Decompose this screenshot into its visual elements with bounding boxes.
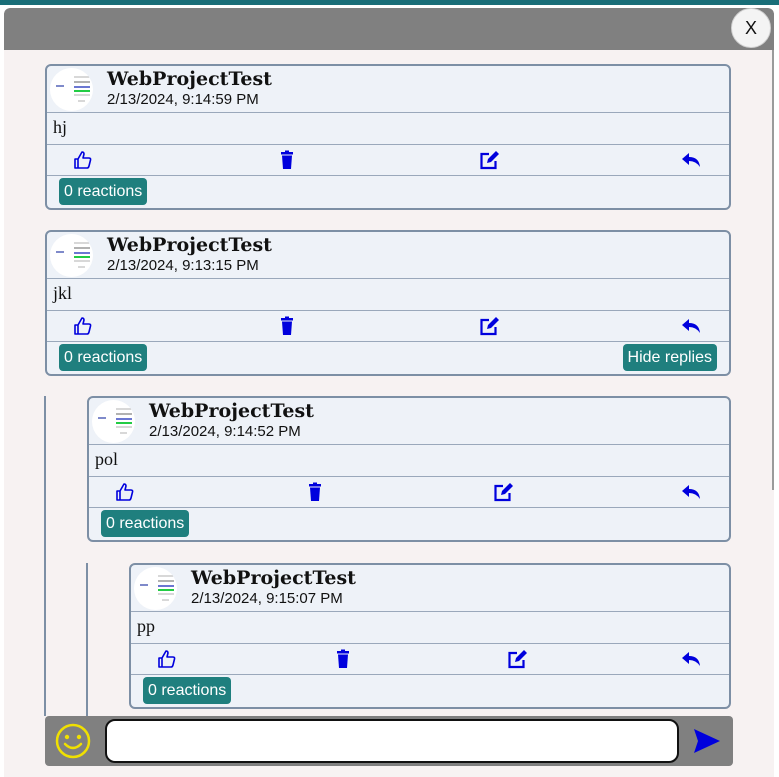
comment-body: jkl (47, 279, 729, 311)
thumbs-up-icon[interactable] (157, 649, 177, 669)
comment-footer: 0 reactions (89, 508, 729, 540)
comment-footer: 0 reactions Hide replies (47, 342, 729, 374)
comment-timestamp: 2/13/2024, 9:14:59 PM (107, 91, 259, 108)
reply-card: WebProjectTest 2/13/2024, 9:15:07 PM pp … (129, 563, 731, 709)
comment-body: pol (89, 445, 729, 477)
reactions-button[interactable]: 0 reactions (143, 677, 232, 704)
comment-footer: 0 reactions (47, 176, 729, 208)
send-arrow-icon[interactable] (692, 727, 722, 755)
avatar (50, 234, 93, 277)
comment-actions (131, 644, 729, 675)
top-accent-strip (0, 0, 779, 5)
comment-author: WebProjectTest (107, 68, 272, 90)
hide-replies-button[interactable]: Hide replies (622, 344, 717, 371)
edit-icon[interactable] (493, 482, 513, 502)
scrollbar[interactable] (772, 50, 774, 490)
edit-icon[interactable] (479, 316, 499, 336)
reply-icon[interactable] (681, 649, 701, 669)
comment-author: WebProjectTest (191, 567, 356, 589)
trash-icon[interactable] (277, 316, 297, 336)
thumbs-up-icon[interactable] (73, 316, 93, 336)
message-input[interactable] (105, 719, 679, 763)
avatar (92, 400, 135, 443)
modal-header (4, 8, 774, 50)
comment-header: WebProjectTest 2/13/2024, 9:13:15 PM (47, 232, 729, 279)
avatar (134, 567, 177, 610)
comment-actions (89, 477, 729, 508)
comment-timestamp: 2/13/2024, 9:13:15 PM (107, 257, 259, 274)
trash-icon[interactable] (333, 649, 353, 669)
smiley-icon[interactable] (55, 723, 91, 759)
reactions-button[interactable]: 0 reactions (101, 510, 190, 537)
reply-card: WebProjectTest 2/13/2024, 9:14:52 PM pol… (87, 396, 731, 542)
close-button[interactable]: X (731, 8, 771, 48)
comment-author: WebProjectTest (107, 234, 272, 256)
comment-body: pp (131, 612, 729, 644)
reply-thread-line (44, 396, 46, 716)
comment-actions (47, 145, 729, 176)
thumbs-up-icon[interactable] (115, 482, 135, 502)
reply-icon[interactable] (681, 150, 701, 170)
reactions-button[interactable]: 0 reactions (59, 344, 148, 371)
reply-icon[interactable] (681, 316, 701, 336)
comment-text: hj (53, 117, 68, 137)
comment-text: pp (137, 616, 155, 636)
comment-body: hj (47, 113, 729, 145)
edit-icon[interactable] (479, 150, 499, 170)
comment-text: pol (95, 449, 119, 469)
reply-thread-line (86, 563, 88, 716)
comment-author: WebProjectTest (149, 400, 314, 422)
comment-footer: 0 reactions (131, 675, 729, 707)
comment-card: WebProjectTest 2/13/2024, 9:13:15 PM jkl… (45, 230, 731, 376)
comment-header: WebProjectTest 2/13/2024, 9:15:07 PM (131, 565, 729, 612)
comment-text: jkl (53, 283, 73, 303)
comment-header: WebProjectTest 2/13/2024, 9:14:52 PM (89, 398, 729, 445)
comment-card: WebProjectTest 2/13/2024, 9:14:59 PM hj … (45, 64, 731, 210)
trash-icon[interactable] (305, 482, 325, 502)
thumbs-up-icon[interactable] (73, 150, 93, 170)
reply-icon[interactable] (681, 482, 701, 502)
message-composer (45, 716, 733, 766)
comment-actions (47, 311, 729, 342)
avatar (50, 68, 93, 111)
comment-timestamp: 2/13/2024, 9:15:07 PM (191, 590, 343, 607)
trash-icon[interactable] (277, 150, 297, 170)
reactions-button[interactable]: 0 reactions (59, 178, 148, 205)
comments-modal: X WebProjectTest 2/13/2024, 9:14:59 PM h… (4, 8, 774, 777)
comment-header: WebProjectTest 2/13/2024, 9:14:59 PM (47, 66, 729, 113)
comment-timestamp: 2/13/2024, 9:14:52 PM (149, 423, 301, 440)
edit-icon[interactable] (507, 649, 527, 669)
